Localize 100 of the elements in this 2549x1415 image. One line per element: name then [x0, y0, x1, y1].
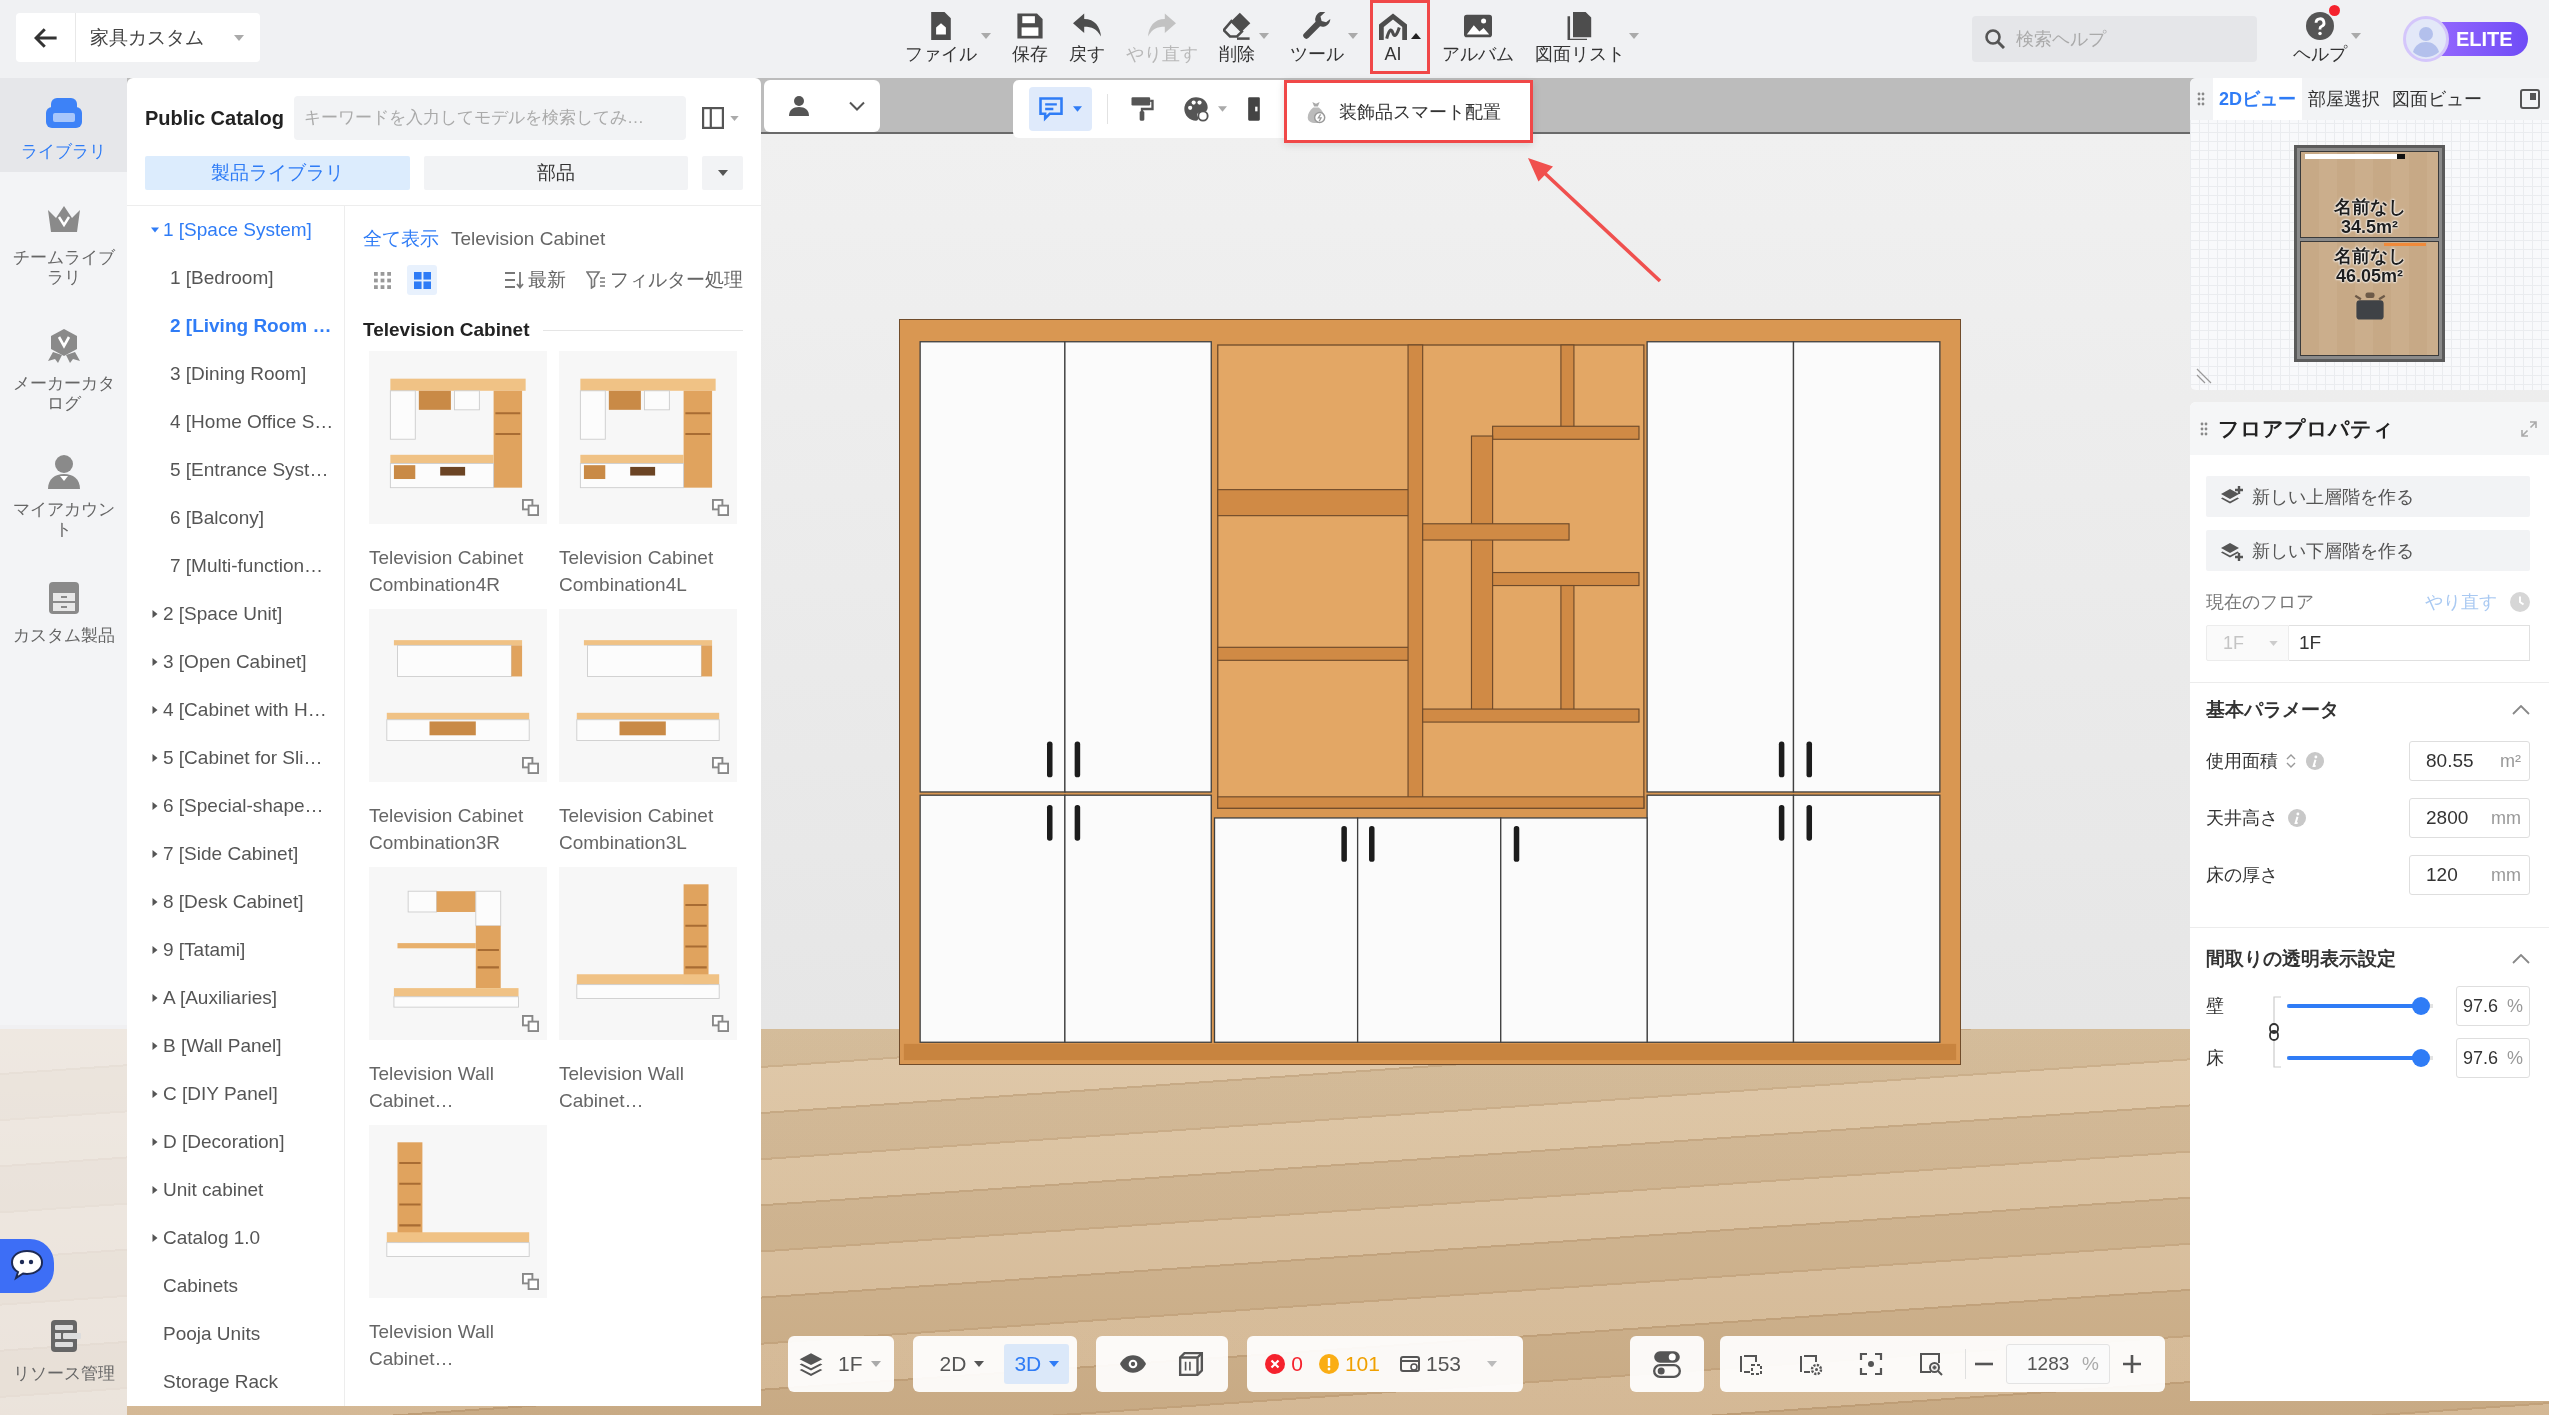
grip-icon[interactable]	[2200, 421, 2208, 436]
add-floor-button[interactable]: 新しい下層階を作る	[2206, 530, 2530, 571]
tree-item[interactable]: 7 [Side Cabinet]	[127, 830, 344, 878]
grip-icon[interactable]	[2197, 92, 2205, 106]
floor-dropdown[interactable]: 1F	[788, 1336, 894, 1392]
cabinet-drawing[interactable]	[369, 1125, 547, 1298]
slider-thumb[interactable]	[2411, 997, 2430, 1015]
ai-button[interactable]: AI	[1370, 0, 1430, 74]
copy-icon[interactable]	[712, 499, 729, 516]
number-field[interactable]: 97.6 %	[2456, 1038, 2530, 1078]
tree-item[interactable]: Storage Rack	[127, 1358, 344, 1406]
section-title: 基本パラメータ	[2206, 698, 2339, 722]
sort-button[interactable]: 最新	[504, 267, 566, 293]
tree-item[interactable]: 1 [Space System]	[127, 206, 344, 254]
tree-item[interactable]: 6 [Balcony]	[127, 494, 344, 542]
tree-item[interactable]: 6 [Special-shape…	[127, 782, 344, 830]
caret-icon[interactable]	[1487, 1361, 1497, 1367]
delete-button[interactable]: 削除	[1210, 0, 1278, 74]
copy-icon[interactable]	[522, 1273, 539, 1290]
comment-tool[interactable]	[1029, 87, 1092, 131]
room[interactable]: 名前なし 46.05m²	[2300, 241, 2439, 356]
catalog-tab[interactable]: 部品	[423, 156, 688, 190]
add-floor-button[interactable]: 新しい上層階を作る	[2206, 476, 2530, 517]
tree-item[interactable]: Unit cabinet	[127, 1166, 344, 1214]
slider-label: 壁	[2206, 995, 2225, 1018]
tree-item[interactable]: 1 [Bedroom]	[127, 254, 344, 302]
tools-button[interactable]: ツール	[1281, 0, 1367, 74]
up-down-chevron-icon[interactable]	[2286, 753, 2296, 769]
window-corner-icon[interactable]	[2520, 89, 2540, 109]
number-field[interactable]: 2800 mm	[2409, 798, 2530, 838]
person-icon[interactable]	[787, 94, 811, 118]
tree-item[interactable]: Pooja Units	[127, 1310, 344, 1358]
tree-item[interactable]: 3 [Dining Room]	[127, 350, 344, 398]
more-dropdown[interactable]	[702, 156, 743, 190]
floor-name-field[interactable]: 1F	[2289, 625, 2530, 661]
help-search-field[interactable]: 検索ヘルプ	[1972, 16, 2257, 62]
copy-icon[interactable]	[522, 757, 539, 774]
file-button[interactable]: ファイル	[896, 0, 1000, 74]
view-tab[interactable]: 部屋選択	[2302, 78, 2386, 120]
drawing-list-button[interactable]: 図面リスト	[1526, 0, 1648, 74]
cabinet-drawing[interactable]	[559, 867, 737, 1040]
resize-handle-icon[interactable]	[2196, 368, 2212, 384]
cabinet-drawing[interactable]	[369, 867, 547, 1040]
show-all-link[interactable]: 全て表示	[363, 229, 439, 249]
tree-item[interactable]: 4 [Cabinet with H…	[127, 686, 344, 734]
tree-item[interactable]: 2 [Living Room …	[127, 302, 344, 350]
copy-icon[interactable]	[522, 1015, 539, 1032]
zoom-field[interactable]: 1283 %	[2006, 1344, 2110, 1384]
tree-item[interactable]: 2 [Space Unit]	[127, 590, 344, 638]
undo-button[interactable]: 戻す	[1060, 0, 1114, 74]
tree-item[interactable]: 3 [Open Cabinet]	[127, 638, 344, 686]
tree-item[interactable]: Catalog 1.0	[127, 1214, 344, 1262]
number-field[interactable]: 120 mm	[2409, 855, 2530, 895]
filter-button[interactable]: フィルター処理	[586, 267, 743, 293]
chat-icon[interactable]	[0, 1239, 54, 1293]
chevron-down-icon[interactable]	[849, 101, 865, 111]
project-dropdown[interactable]: 家具カスタム	[76, 13, 260, 62]
sidebar-item[interactable]: メーカーカタログ	[0, 310, 127, 424]
tree-item[interactable]: C [DIY Panel]	[127, 1070, 344, 1118]
tree-item[interactable]: 4 [Home Office S…	[127, 398, 344, 446]
armchair-icon[interactable]	[2352, 292, 2387, 320]
save-button[interactable]: 保存	[1003, 0, 1057, 74]
number-field[interactable]: 80.55 m²	[2409, 741, 2530, 781]
tree-item[interactable]: A [Auxiliaries]	[127, 974, 344, 1022]
chevron-icon[interactable]	[2512, 954, 2530, 964]
expand-icon[interactable]	[2521, 420, 2537, 437]
tree-item[interactable]: D [Decoration]	[127, 1118, 344, 1166]
cabinet-model-drawing[interactable]	[899, 319, 1961, 1065]
tree-item[interactable]: 9 [Tatami]	[127, 926, 344, 974]
view-tab[interactable]: 2Dビュー	[2213, 78, 2302, 120]
tree-item[interactable]: 8 [Desk Cabinet]	[127, 878, 344, 926]
slider-thumb[interactable]	[2411, 1049, 2430, 1067]
cabinet-drawing[interactable]	[559, 351, 737, 524]
view-tab[interactable]: 図面ビュー	[2386, 78, 2488, 120]
sidebar-item[interactable]: リソース管理	[0, 1318, 127, 1384]
cabinet-drawing[interactable]	[369, 609, 547, 782]
sidebar-item[interactable]: チームライブラリ	[0, 184, 127, 298]
sidebar-item[interactable]: カスタム製品	[0, 562, 127, 656]
view-mode-button[interactable]: 2D	[929, 1344, 995, 1384]
cabinet-drawing[interactable]	[559, 609, 737, 782]
large-grid-toggle[interactable]	[407, 265, 437, 295]
tree-item[interactable]: 5 [Entrance Syst…	[127, 446, 344, 494]
tree-item[interactable]: B [Wall Panel]	[127, 1022, 344, 1070]
copy-icon[interactable]	[712, 1015, 729, 1032]
album-button[interactable]: アルバム	[1433, 0, 1523, 74]
help-button[interactable]: ヘルプ	[2293, 0, 2361, 74]
chevron-icon[interactable]	[2512, 705, 2530, 715]
model-search-field[interactable]: キーワードを入力してモデルを検索してみ…	[293, 96, 686, 140]
tree-item[interactable]: 5 [Cabinet for Sli…	[127, 734, 344, 782]
tree-item[interactable]: Cabinets	[127, 1262, 344, 1310]
cabinet-drawing[interactable]	[369, 351, 547, 524]
copy-icon[interactable]	[712, 757, 729, 774]
room[interactable]: 名前なし 34.5m²	[2300, 151, 2439, 238]
tree-item[interactable]: 7 [Multi-function…	[127, 542, 344, 590]
sidebar-item[interactable]: マイアカウント	[0, 436, 127, 550]
plus-icon[interactable]	[2122, 1354, 2142, 1374]
link-icon[interactable]	[2267, 996, 2283, 1068]
menu-item[interactable]: 装飾品スマート配置	[1284, 80, 1533, 143]
number-field[interactable]: 97.6 %	[2456, 986, 2530, 1026]
copy-icon[interactable]	[522, 499, 539, 516]
